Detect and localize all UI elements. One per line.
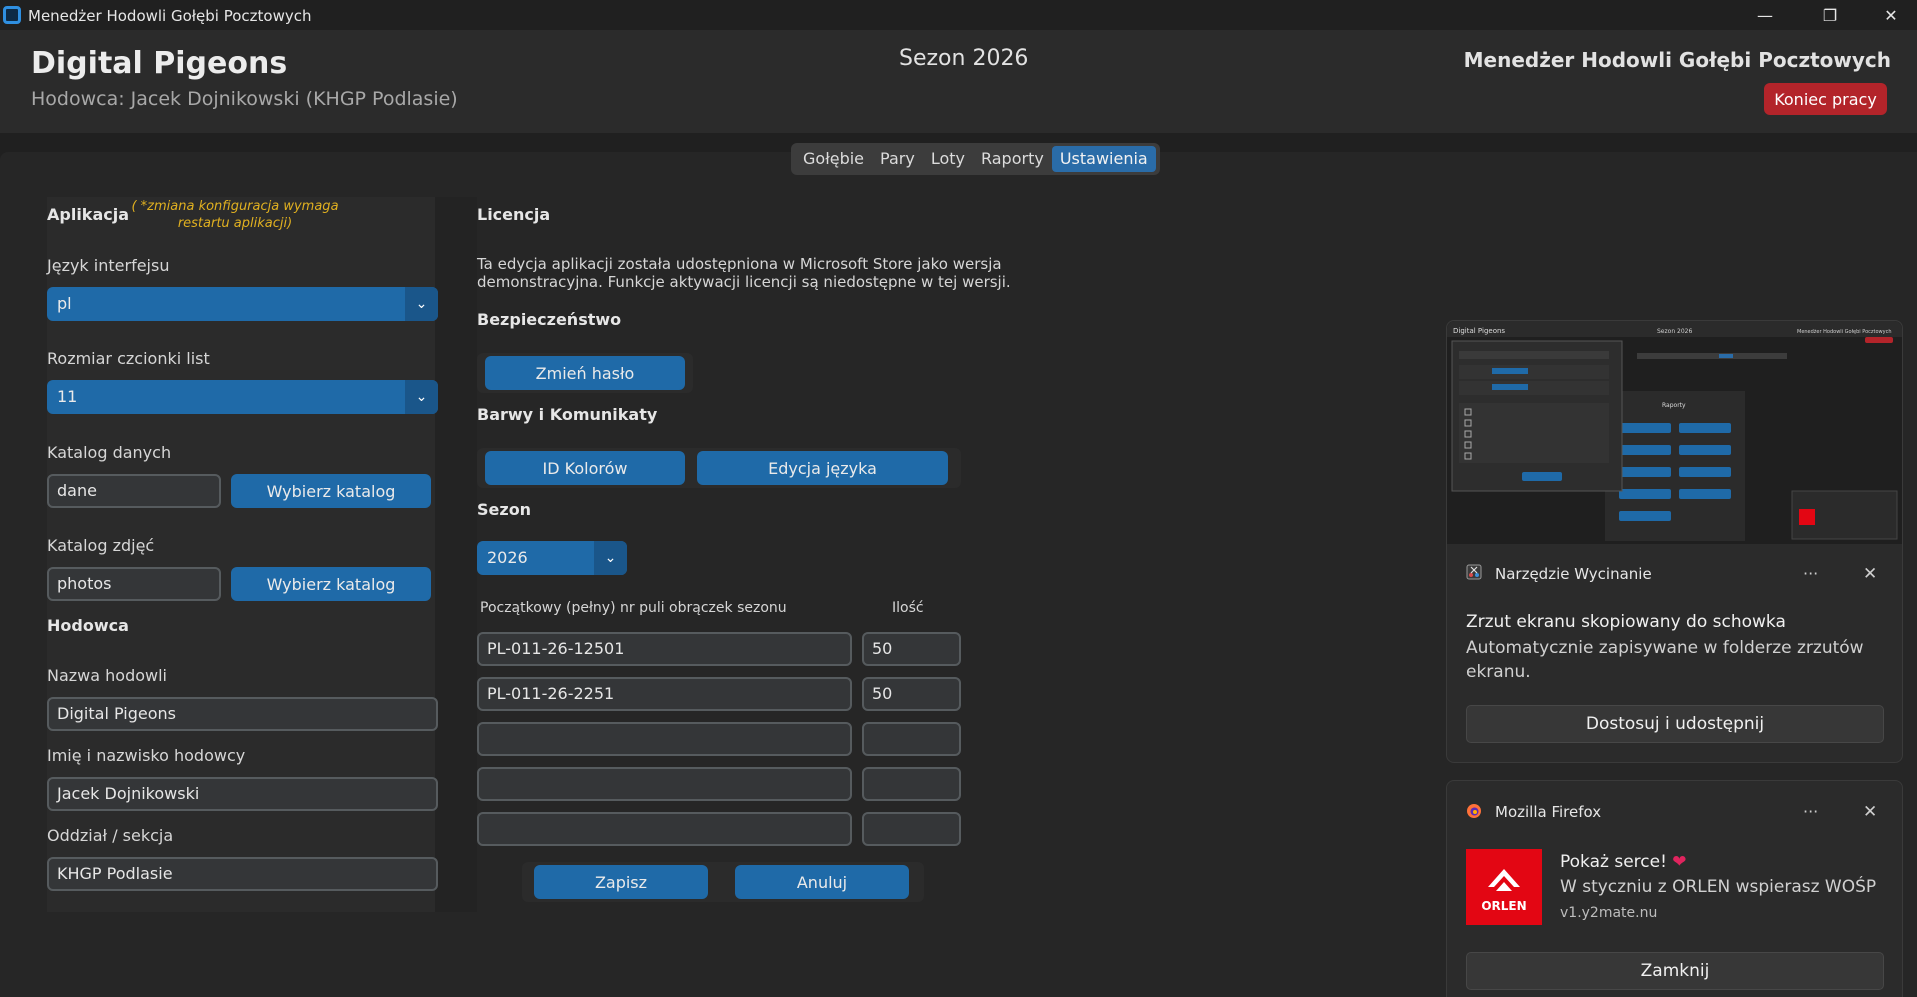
quantity-header: Ilość bbox=[892, 600, 924, 616]
ring-number-field-1[interactable]: PL-011-26-12501 bbox=[477, 632, 852, 666]
language-dropdown[interactable]: pl ⌄ bbox=[47, 287, 438, 321]
more-options-icon[interactable]: ··· bbox=[1803, 564, 1818, 583]
close-notification-button[interactable]: Zamknij bbox=[1466, 952, 1884, 990]
tab-reports[interactable]: Raporty bbox=[973, 146, 1052, 172]
ring-quantity-field-1[interactable]: 50 bbox=[862, 632, 961, 666]
season-dropdown[interactable]: 2026 ⌄ bbox=[477, 541, 627, 575]
logout-button[interactable]: Koniec pracy bbox=[1764, 83, 1887, 115]
cancel-button[interactable]: Anuluj bbox=[735, 865, 909, 899]
ring-quantity-field-2[interactable]: 50 bbox=[862, 677, 961, 711]
font-size-label: Rozmiar czcionki list bbox=[47, 349, 210, 368]
license-section-heading: Licencja bbox=[477, 205, 551, 224]
choose-data-dir-button[interactable]: Wybierz katalog bbox=[231, 474, 431, 508]
season-value: 2026 bbox=[487, 548, 528, 567]
orlen-eagle-icon bbox=[1488, 869, 1520, 891]
orlen-logo-text: ORLEN bbox=[1481, 899, 1527, 913]
heart-icon: ❤ bbox=[1672, 852, 1687, 872]
app-name: Digital Pigeons bbox=[31, 46, 288, 81]
thumb-manager: Menedżer Hodowli Gołębi Pocztowych bbox=[1797, 329, 1892, 335]
language-value: pl bbox=[57, 294, 72, 313]
restart-note: ( *zmiana konfiguracja wymaga restartu a… bbox=[131, 199, 339, 231]
firefox-notification-source: v1.y2mate.nu bbox=[1560, 905, 1658, 921]
breeding-name-label: Nazwa hodowli bbox=[47, 666, 167, 685]
ring-number-field-5[interactable] bbox=[477, 812, 852, 846]
chevron-down-icon[interactable]: ⌄ bbox=[405, 380, 438, 414]
close-icon[interactable]: ✕ bbox=[1863, 802, 1877, 822]
tab-settings[interactable]: Ustawienia bbox=[1051, 146, 1156, 172]
tab-pairs[interactable]: Pary bbox=[872, 146, 923, 172]
app-header: Digital Pigeons Hodowca: Jacek Dojnikows… bbox=[0, 30, 1917, 133]
thumb-app-name: Digital Pigeons bbox=[1453, 327, 1505, 335]
minimize-button[interactable]: — bbox=[1742, 0, 1788, 30]
ring-quantity-field-5[interactable] bbox=[862, 812, 961, 846]
more-options-icon[interactable]: ··· bbox=[1803, 802, 1818, 821]
color-ids-button[interactable]: ID Kolorów bbox=[485, 451, 685, 485]
tab-pigeons[interactable]: Gołębie bbox=[795, 146, 872, 172]
thumb-reports: Raporty bbox=[1662, 402, 1686, 409]
season-section-heading: Sezon bbox=[477, 500, 532, 519]
ring-number-field-2[interactable]: PL-011-26-2251 bbox=[477, 677, 852, 711]
security-section-heading: Bezpieczeństwo bbox=[477, 310, 622, 329]
data-dir-field[interactable]: dane bbox=[47, 474, 221, 508]
breeder-name-field[interactable]: Jacek Dojnikowski bbox=[47, 777, 438, 811]
ring-pool-header: Początkowy (pełny) nr puli obrączek sezo… bbox=[480, 600, 787, 616]
choose-photos-dir-button[interactable]: Wybierz katalog bbox=[231, 567, 431, 601]
screenshot-thumbnail[interactable]: Digital Pigeons Sezon 2026 Menedżer Hodo… bbox=[1447, 321, 1902, 544]
scissors-icon bbox=[1466, 564, 1482, 580]
change-password-button[interactable]: Zmień hasło bbox=[485, 356, 685, 390]
colors-section-heading: Barwy i Komunikaty bbox=[477, 405, 658, 424]
snipping-tool-app-name: Narzędzie Wycinanie bbox=[1495, 565, 1652, 583]
title-bar: Menedżer Hodowli Gołębi Pocztowych — ❐ ✕ bbox=[0, 0, 1917, 30]
breeding-name-field[interactable]: Digital Pigeons bbox=[47, 697, 438, 731]
ring-number-field-4[interactable] bbox=[477, 767, 852, 801]
photos-dir-label: Katalog zdjęć bbox=[47, 536, 155, 555]
chevron-down-icon[interactable]: ⌄ bbox=[594, 541, 627, 575]
language-label: Język interfejsu bbox=[47, 256, 170, 275]
notification-area: Digital Pigeons Sezon 2026 Menedżer Hodo… bbox=[1446, 320, 1903, 997]
breeder-info: Hodowca: Jacek Dojnikowski (KHGP Podlasi… bbox=[31, 88, 458, 110]
thumb-season: Sezon 2026 bbox=[1657, 328, 1692, 335]
maximize-button[interactable]: ❐ bbox=[1807, 0, 1853, 30]
left-panel-scrollbar[interactable] bbox=[435, 197, 477, 912]
font-size-value: 11 bbox=[57, 387, 78, 406]
edit-language-button[interactable]: Edycja języka bbox=[697, 451, 948, 485]
close-window-button[interactable]: ✕ bbox=[1868, 0, 1914, 30]
season-title: Sezon 2026 bbox=[899, 46, 1029, 71]
license-text-line-1: Ta edycja aplikacji została udostępniona… bbox=[477, 255, 1002, 273]
snipping-tool-notification[interactable]: Digital Pigeons Sezon 2026 Menedżer Hodo… bbox=[1446, 320, 1903, 763]
customize-share-button[interactable]: Dostosuj i udostępnij bbox=[1466, 705, 1884, 743]
firefox-title-text: Pokaż serce! bbox=[1560, 852, 1667, 872]
breeder-section-heading: Hodowca bbox=[47, 616, 129, 635]
photos-dir-field[interactable]: photos bbox=[47, 567, 221, 601]
ring-quantity-field-3[interactable] bbox=[862, 722, 961, 756]
ring-number-field-3[interactable] bbox=[477, 722, 852, 756]
branch-field[interactable]: KHGP Podlasie bbox=[47, 857, 438, 891]
ring-quantity-field-4[interactable] bbox=[862, 767, 961, 801]
tab-flights[interactable]: Loty bbox=[923, 146, 973, 172]
license-text-line-2: demonstracyjna. Funkcje aktywacji licenc… bbox=[477, 273, 1011, 291]
font-size-dropdown[interactable]: 11 ⌄ bbox=[47, 380, 438, 414]
app-icon bbox=[3, 6, 21, 24]
window-title: Menedżer Hodowli Gołębi Pocztowych bbox=[28, 7, 312, 25]
data-dir-label: Katalog danych bbox=[47, 443, 172, 462]
firefox-notification-body: W styczniu z ORLEN wspierasz WOŚP bbox=[1560, 877, 1877, 897]
branch-label: Oddział / sekcja bbox=[47, 826, 174, 845]
firefox-app-name: Mozilla Firefox bbox=[1495, 803, 1602, 821]
snip-notification-title: Zrzut ekranu skopiowany do schowka bbox=[1466, 612, 1786, 632]
firefox-icon bbox=[1467, 804, 1481, 818]
app-section-heading: Aplikacja bbox=[47, 205, 130, 224]
firefox-notification[interactable]: Mozilla Firefox ··· ✕ ORLEN Pokaż serce!… bbox=[1446, 780, 1903, 997]
manager-title: Menedżer Hodowli Gołębi Pocztowych bbox=[1463, 48, 1891, 72]
orlen-logo: ORLEN bbox=[1466, 849, 1542, 925]
snip-notification-body: Automatycznie zapisywane w folderze zrzu… bbox=[1466, 638, 1864, 682]
save-button[interactable]: Zapisz bbox=[534, 865, 708, 899]
chevron-down-icon[interactable]: ⌄ bbox=[405, 287, 438, 321]
breeder-name-label: Imię i nazwisko hodowcy bbox=[47, 746, 246, 765]
firefox-notification-title: Pokaż serce! ❤ bbox=[1560, 852, 1687, 872]
close-icon[interactable]: ✕ bbox=[1863, 564, 1877, 584]
tab-bar: Gołębie Pary Loty Raporty Ustawienia bbox=[791, 143, 1160, 175]
